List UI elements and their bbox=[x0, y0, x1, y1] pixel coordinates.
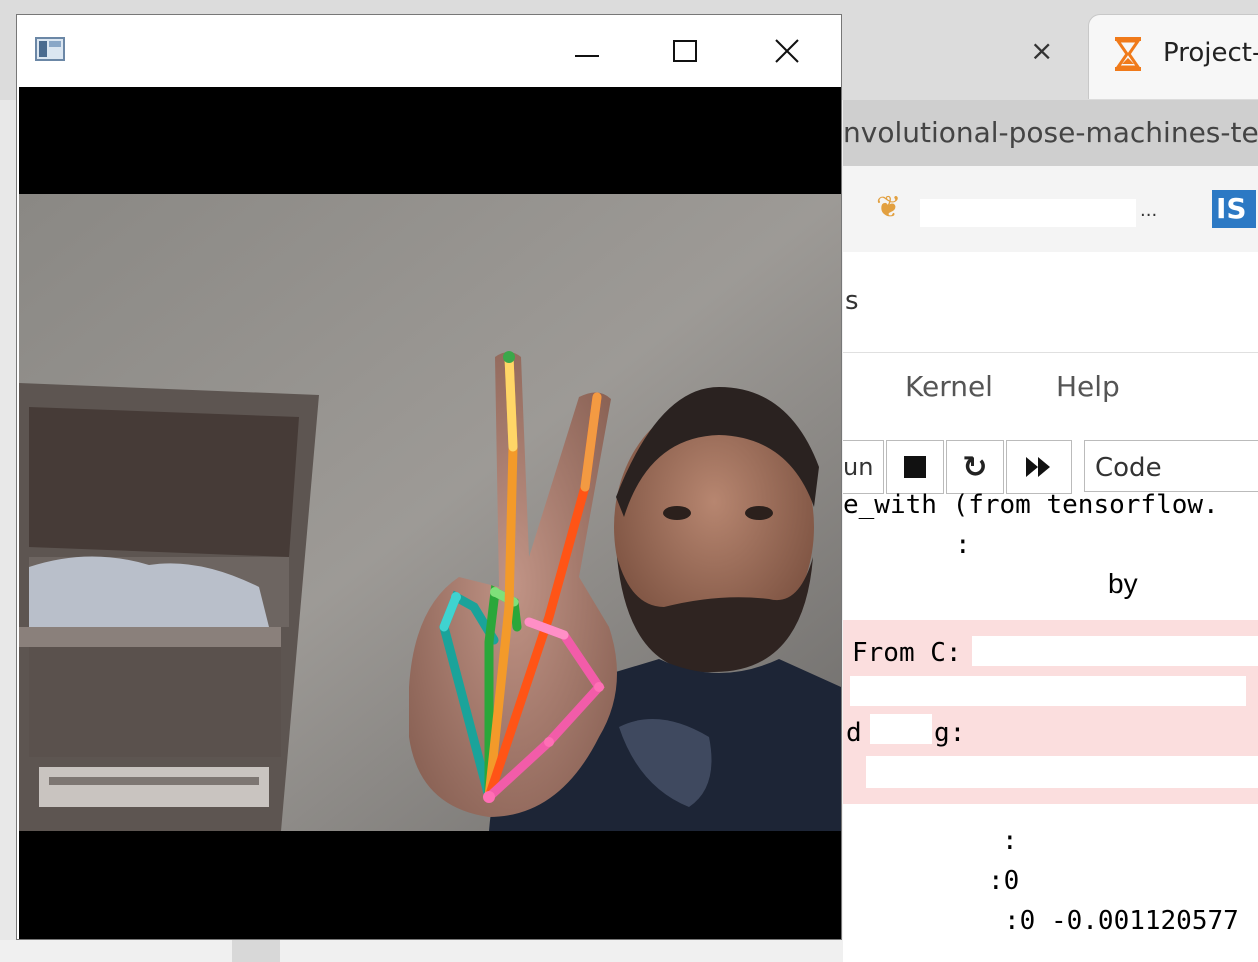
url-text: nvolutional-pose-machines-te bbox=[843, 116, 1258, 149]
bookmark-overflow[interactable]: ... bbox=[1140, 200, 1157, 221]
output-line: :0 -0.001120577 bbox=[1004, 906, 1239, 936]
close-button[interactable] bbox=[747, 27, 827, 75]
run-all-button[interactable] bbox=[1006, 440, 1072, 494]
tab-title: Project- bbox=[1163, 38, 1258, 68]
restart-icon: ↻ bbox=[962, 449, 988, 485]
redacted-text bbox=[866, 756, 1258, 788]
output-line: From C: bbox=[852, 638, 962, 668]
menu-kernel[interactable]: Kernel bbox=[905, 370, 993, 403]
output-line: g: bbox=[934, 718, 966, 748]
output-line: d bbox=[846, 718, 862, 748]
interrupt-button[interactable] bbox=[886, 440, 944, 494]
redacted-text bbox=[850, 676, 1246, 706]
restart-button[interactable]: ↻ bbox=[946, 440, 1004, 494]
minimize-button[interactable] bbox=[547, 27, 627, 75]
notebook-title-fragment: s bbox=[845, 286, 859, 316]
window-app-icon[interactable] bbox=[35, 37, 65, 61]
cell-type-select[interactable]: Code bbox=[1084, 440, 1258, 492]
stop-icon bbox=[904, 456, 926, 478]
hourglass-icon bbox=[1115, 37, 1141, 71]
output-line: e_with (from tensorflow. bbox=[843, 490, 1219, 520]
close-icon bbox=[775, 39, 799, 63]
output-line: :0 bbox=[988, 866, 1020, 896]
bookmark-favicon[interactable]: ❦ bbox=[876, 190, 901, 225]
run-button[interactable]: un bbox=[843, 440, 884, 494]
bookmark-badge[interactable]: IS bbox=[1212, 190, 1256, 228]
redacted-text bbox=[870, 714, 932, 744]
tab-close-icon[interactable]: × bbox=[1030, 34, 1053, 67]
output-line: : bbox=[955, 530, 971, 560]
output-line: by bbox=[1108, 568, 1138, 599]
output-line: : bbox=[1002, 826, 1018, 856]
opencv-window[interactable] bbox=[16, 14, 842, 940]
notebook-header bbox=[843, 252, 1258, 352]
maximize-icon bbox=[673, 40, 697, 62]
video-frame bbox=[19, 87, 841, 939]
taskbar-item bbox=[232, 940, 280, 962]
fast-forward-icon bbox=[1026, 457, 1050, 477]
window-titlebar[interactable] bbox=[17, 15, 841, 87]
taskbar-strip bbox=[0, 940, 843, 962]
minimize-icon bbox=[575, 55, 599, 57]
redacted-text bbox=[972, 636, 1258, 666]
webcam-image bbox=[19, 194, 841, 831]
maximize-button[interactable] bbox=[645, 27, 725, 75]
bookmark-item[interactable] bbox=[920, 199, 1136, 227]
menu-help[interactable]: Help bbox=[1056, 370, 1120, 403]
